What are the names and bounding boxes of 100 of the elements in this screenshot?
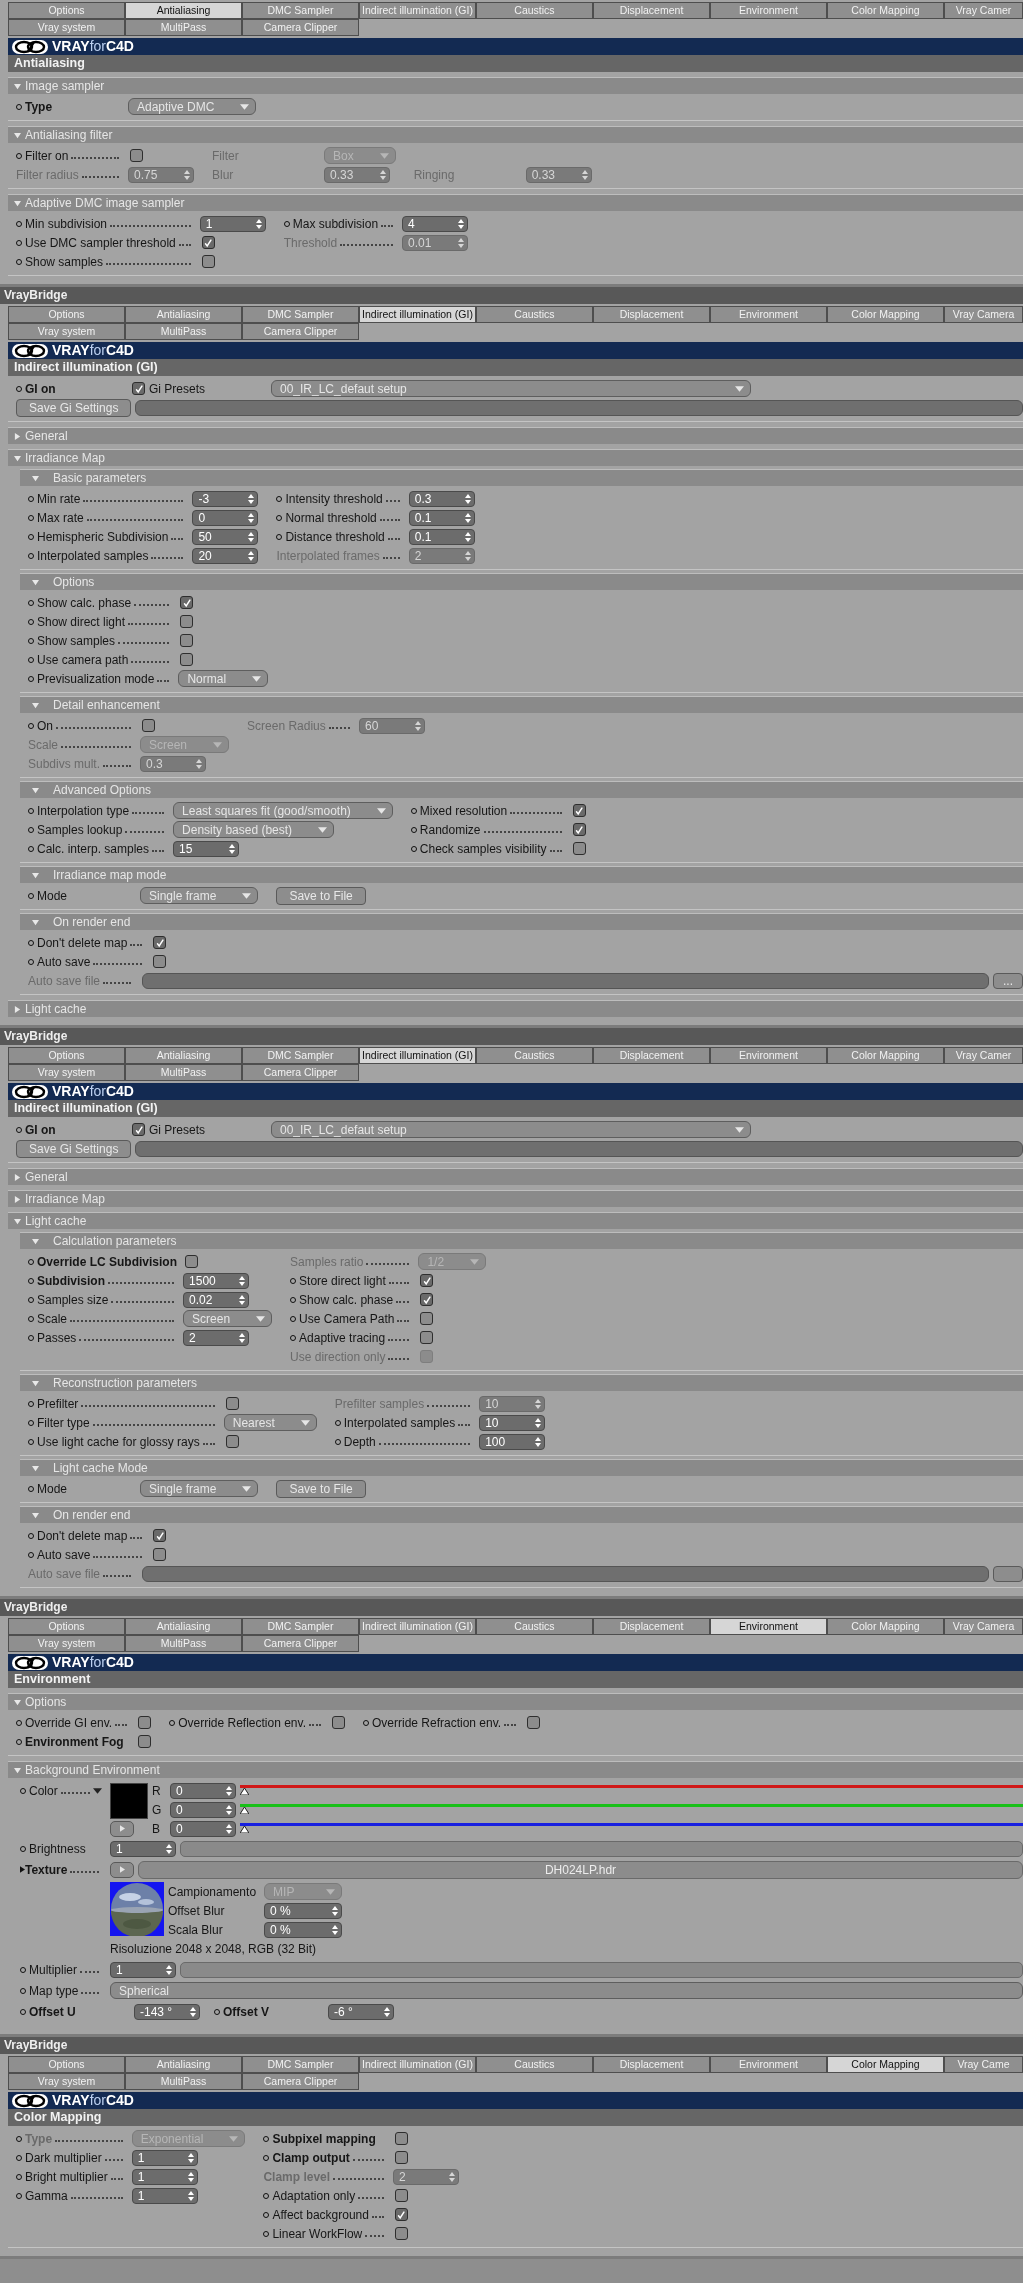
dropdown[interactable]: Single frame [140,887,259,904]
tab[interactable]: MultiPass [125,2073,242,2090]
dropdown[interactable]: 00_IR_LC_defaut setup [271,380,751,397]
tab[interactable]: Vray Camera [944,306,1023,323]
tab[interactable]: Options [8,1047,125,1064]
number-field[interactable]: 0 % [264,1902,343,1919]
dropdown[interactable]: Nearest [223,1414,317,1431]
tab[interactable]: Caustics [476,2056,593,2073]
group-header[interactable]: Irradiance map mode [20,866,1023,883]
number-field[interactable]: 1 [199,215,266,232]
tab[interactable]: Camera Clipper [242,1635,359,1652]
group-header[interactable]: Antialiasing filter [8,126,1023,143]
tab[interactable]: Antialiasing [125,1618,242,1635]
tab[interactable]: Vray system [8,19,125,36]
dropdown[interactable]: Single frame [140,1480,259,1497]
number-field[interactable]: 20 [192,547,259,564]
tab[interactable]: Color Mapping [827,2056,944,2073]
number-field[interactable]: 0 [170,1820,236,1837]
button[interactable]: Save to File [276,1479,366,1498]
tab[interactable]: Displacement [593,2056,710,2073]
tab[interactable]: Caustics [476,1618,593,1635]
dropdown[interactable]: Least squares fit (good/smooth) [173,802,393,819]
tab[interactable]: Camera Clipper [242,323,359,340]
number-field[interactable]: 1 [131,2168,198,2185]
tab[interactable]: Environment [710,2,827,19]
number-field[interactable]: 1500 [183,1272,250,1289]
number-field[interactable]: 2 [183,1329,250,1346]
tab[interactable]: Environment [710,306,827,323]
tab[interactable]: Indirect illumination (GI) [359,2,476,19]
tab[interactable]: Environment [710,2056,827,2073]
tab[interactable]: Indirect illumination (GI) [359,1047,476,1064]
tab[interactable]: DMC Sampler [242,2,359,19]
button[interactable]: Save to File [276,886,366,905]
tab[interactable]: Caustics [476,2,593,19]
tab[interactable]: Color Mapping [827,1047,944,1064]
tab[interactable]: Antialiasing [125,1047,242,1064]
tab[interactable]: Vray system [8,1064,125,1081]
tab[interactable]: DMC Sampler [242,1047,359,1064]
tab[interactable]: DMC Sampler [242,306,359,323]
tab[interactable]: Vray Camer [944,2,1023,19]
tab[interactable]: MultiPass [125,1064,242,1081]
group-header[interactable]: General [8,1168,1023,1185]
tab[interactable]: DMC Sampler [242,2056,359,2073]
tab[interactable]: Options [8,2056,125,2073]
dropdown[interactable]: Adaptive DMC [128,98,257,115]
group-header[interactable]: Image sampler [8,77,1023,94]
tab[interactable]: Vray system [8,323,125,340]
tab[interactable]: Options [8,1618,125,1635]
tab[interactable]: Color Mapping [827,2,944,19]
tab[interactable]: Vray system [8,2073,125,2090]
tab[interactable]: Camera Clipper [242,2073,359,2090]
dropdown[interactable]: Density based (best) [173,821,335,838]
browse-button[interactable]: ... [993,972,1023,989]
number-field[interactable]: 1 [110,1840,176,1857]
group-header[interactable]: General [8,427,1023,444]
number-field[interactable]: -3 [192,490,259,507]
number-field[interactable]: 1 [131,2187,198,2204]
number-field[interactable]: 100 [479,1433,546,1450]
group-header[interactable]: Adaptive DMC image sampler [8,194,1023,211]
tab[interactable]: DMC Sampler [242,1618,359,1635]
tab[interactable]: Indirect illumination (GI) [359,306,476,323]
number-field[interactable]: 0 [170,1782,236,1799]
tab[interactable]: Indirect illumination (GI) [359,1618,476,1635]
dropdown[interactable]: Normal [178,670,269,687]
tab[interactable]: Indirect illumination (GI) [359,2056,476,2073]
tab[interactable]: Vray Camer [944,1047,1023,1064]
number-field[interactable]: 0.1 [408,509,475,526]
tab[interactable]: Caustics [476,306,593,323]
number-field[interactable]: 4 [402,215,469,232]
tab[interactable]: Antialiasing [125,2056,242,2073]
group-header[interactable]: Irradiance Map [8,1190,1023,1207]
number-field[interactable]: 1 [110,1961,176,1978]
number-field[interactable]: 0.1 [408,528,475,545]
group-header[interactable]: Options [20,573,1023,590]
tab[interactable]: Antialiasing [125,2,242,19]
number-field[interactable]: 10 [479,1414,546,1431]
group-header[interactable]: On render end [20,913,1023,930]
dropdown[interactable]: Screen [183,1310,273,1327]
button[interactable]: Save Gi Settings [16,1139,132,1158]
tab[interactable]: Vray Came [944,2056,1023,2073]
tab[interactable]: Options [8,2,125,19]
group-header[interactable]: Detail enhancement [20,696,1023,713]
button[interactable]: Save Gi Settings [16,398,132,417]
number-field[interactable]: -143 ° [134,2003,200,2020]
group-header[interactable]: Calculation parameters [20,1232,1023,1249]
group-header[interactable]: Light cache Mode [20,1459,1023,1476]
number-field[interactable]: 0 [170,1801,236,1818]
tab[interactable]: Environment [710,1047,827,1064]
number-field[interactable]: 0 [192,509,259,526]
tab[interactable]: Camera Clipper [242,1064,359,1081]
tab[interactable]: MultiPass [125,1635,242,1652]
group-header[interactable]: Light cache [8,1212,1023,1229]
tab[interactable]: MultiPass [125,323,242,340]
tab[interactable]: Vray Camera [944,1618,1023,1635]
tab[interactable]: Displacement [593,2,710,19]
group-header[interactable]: Irradiance Map [8,449,1023,466]
tab[interactable]: Camera Clipper [242,19,359,36]
tab[interactable]: Caustics [476,1047,593,1064]
tab[interactable]: Antialiasing [125,306,242,323]
tab[interactable]: Options [8,306,125,323]
